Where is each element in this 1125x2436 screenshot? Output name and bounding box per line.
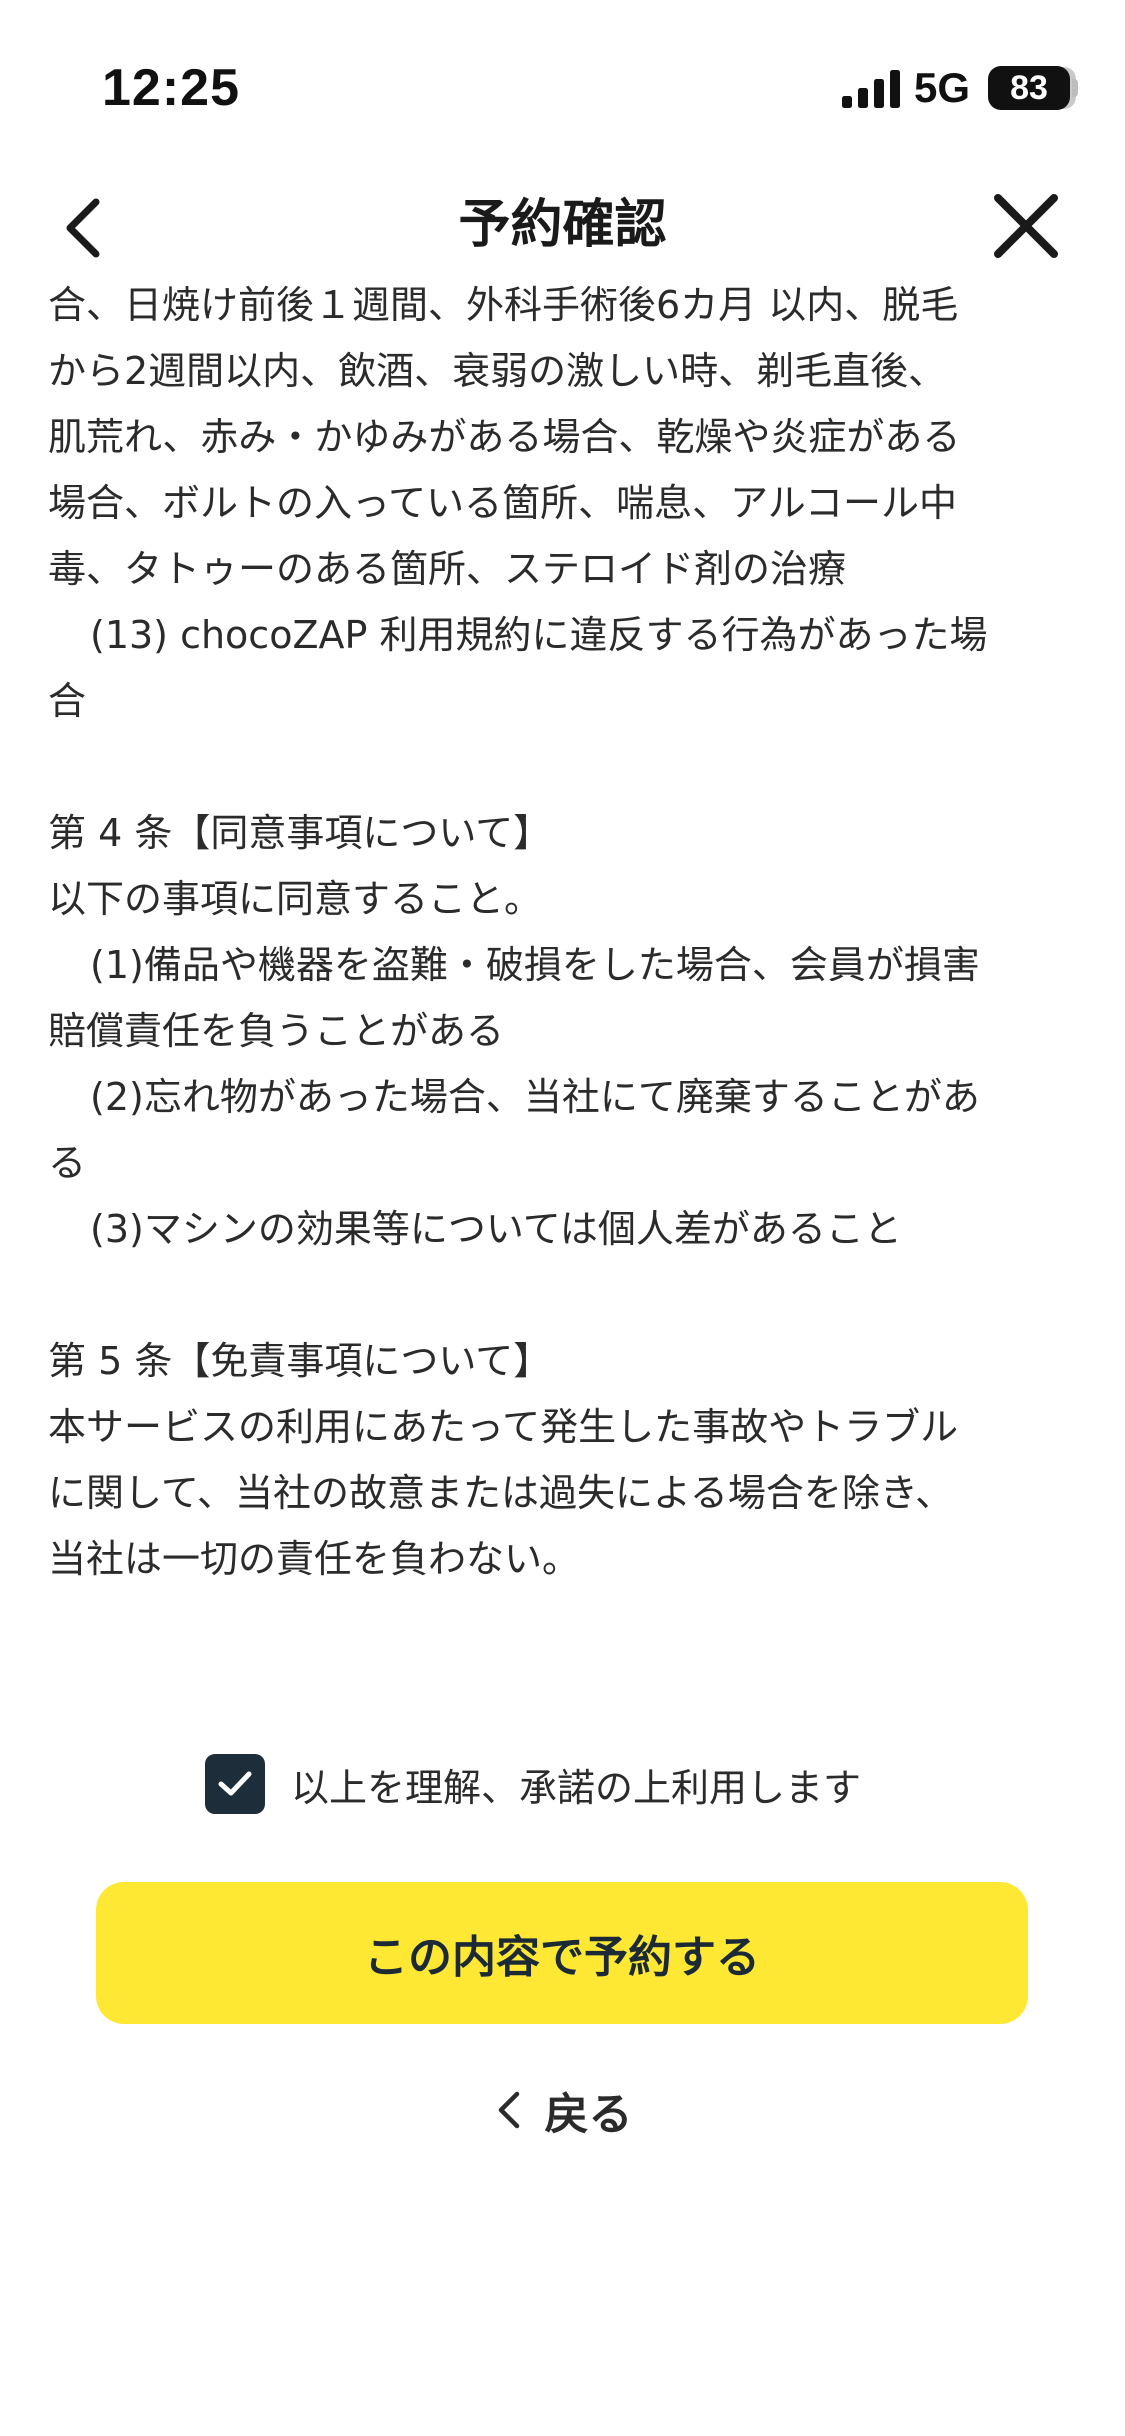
checkmark-icon [218,1771,252,1796]
back-link-label: 戻る [544,2089,633,2140]
cellular-signal-icon [842,70,900,108]
reserve-button[interactable]: この内容で予約する [96,1882,1028,2024]
agreement-checkbox[interactable] [205,1754,265,1814]
terms-line: 本サービスの利用にあたって発生した事故やトラブル [48,1405,959,1449]
terms-line: に関して、当社の故意または過失による場合を除き、 [48,1471,954,1515]
terms-line: から2週間以内、飲酒、衰弱の激しい時、剃毛直後、 [48,349,947,393]
agreement-label: 以上を理解、承諾の上利用します [291,1765,862,1810]
terms-line: (13) chocoZAP 利用規約に違反する行為があった場 [90,613,988,657]
terms-line: 合、日焼け前後１週間、外科手術後6カ月 以内、脱毛 [48,283,959,327]
terms-content[interactable]: 合、日焼け前後１週間、外科手術後6カ月 以内、脱毛 から2週間以内、飲酒、衰弱の… [48,272,1088,1592]
terms-line: 場合、ボルトの入っている箇所、喘息、アルコール中 [48,481,957,525]
battery-tip [1072,79,1078,97]
terms-line: る [48,1141,87,1185]
network-type: 5G [914,64,971,111]
close-icon[interactable] [984,184,1068,268]
battery-level: 83 [1010,68,1048,107]
article-heading: 第 5 条【免責事項について】 [48,1339,552,1383]
agreement-checkbox-row[interactable]: 以上を理解、承諾の上利用します [205,1752,861,1816]
terms-line: 肌荒れ、赤み・かゆみがある場合、乾燥や炎症がある [48,415,961,459]
chevron-left-icon [498,2091,519,2129]
terms-line: 賠償責任を負うことがある [48,1009,505,1053]
status-time: 12:25 [102,59,240,117]
article-heading: 第 4 条【同意事項について】 [48,811,552,855]
status-bar: 12:25 5G 83 [0,0,1125,170]
back-link[interactable]: 戻る [0,2078,1125,2142]
terms-line: 毒、タトゥーのある箇所、ステロイド剤の治療 [48,547,847,591]
battery-icon: 83 [988,66,1070,110]
terms-line: 以下の事項に同意すること。 [48,877,543,921]
terms-line: (2)忘れ物があった場合、当社にて廃棄することがあ [90,1075,980,1119]
terms-line: (3)マシンの効果等については個人差があること [90,1207,902,1251]
terms-line: (1)備品や機器を盗難・破損をした場合、会員が損害 [90,943,980,987]
terms-line: 当社は一切の責任を負わない。 [48,1537,581,1581]
page-title: 予約確認 [458,195,667,255]
terms-line: 合 [48,679,87,723]
